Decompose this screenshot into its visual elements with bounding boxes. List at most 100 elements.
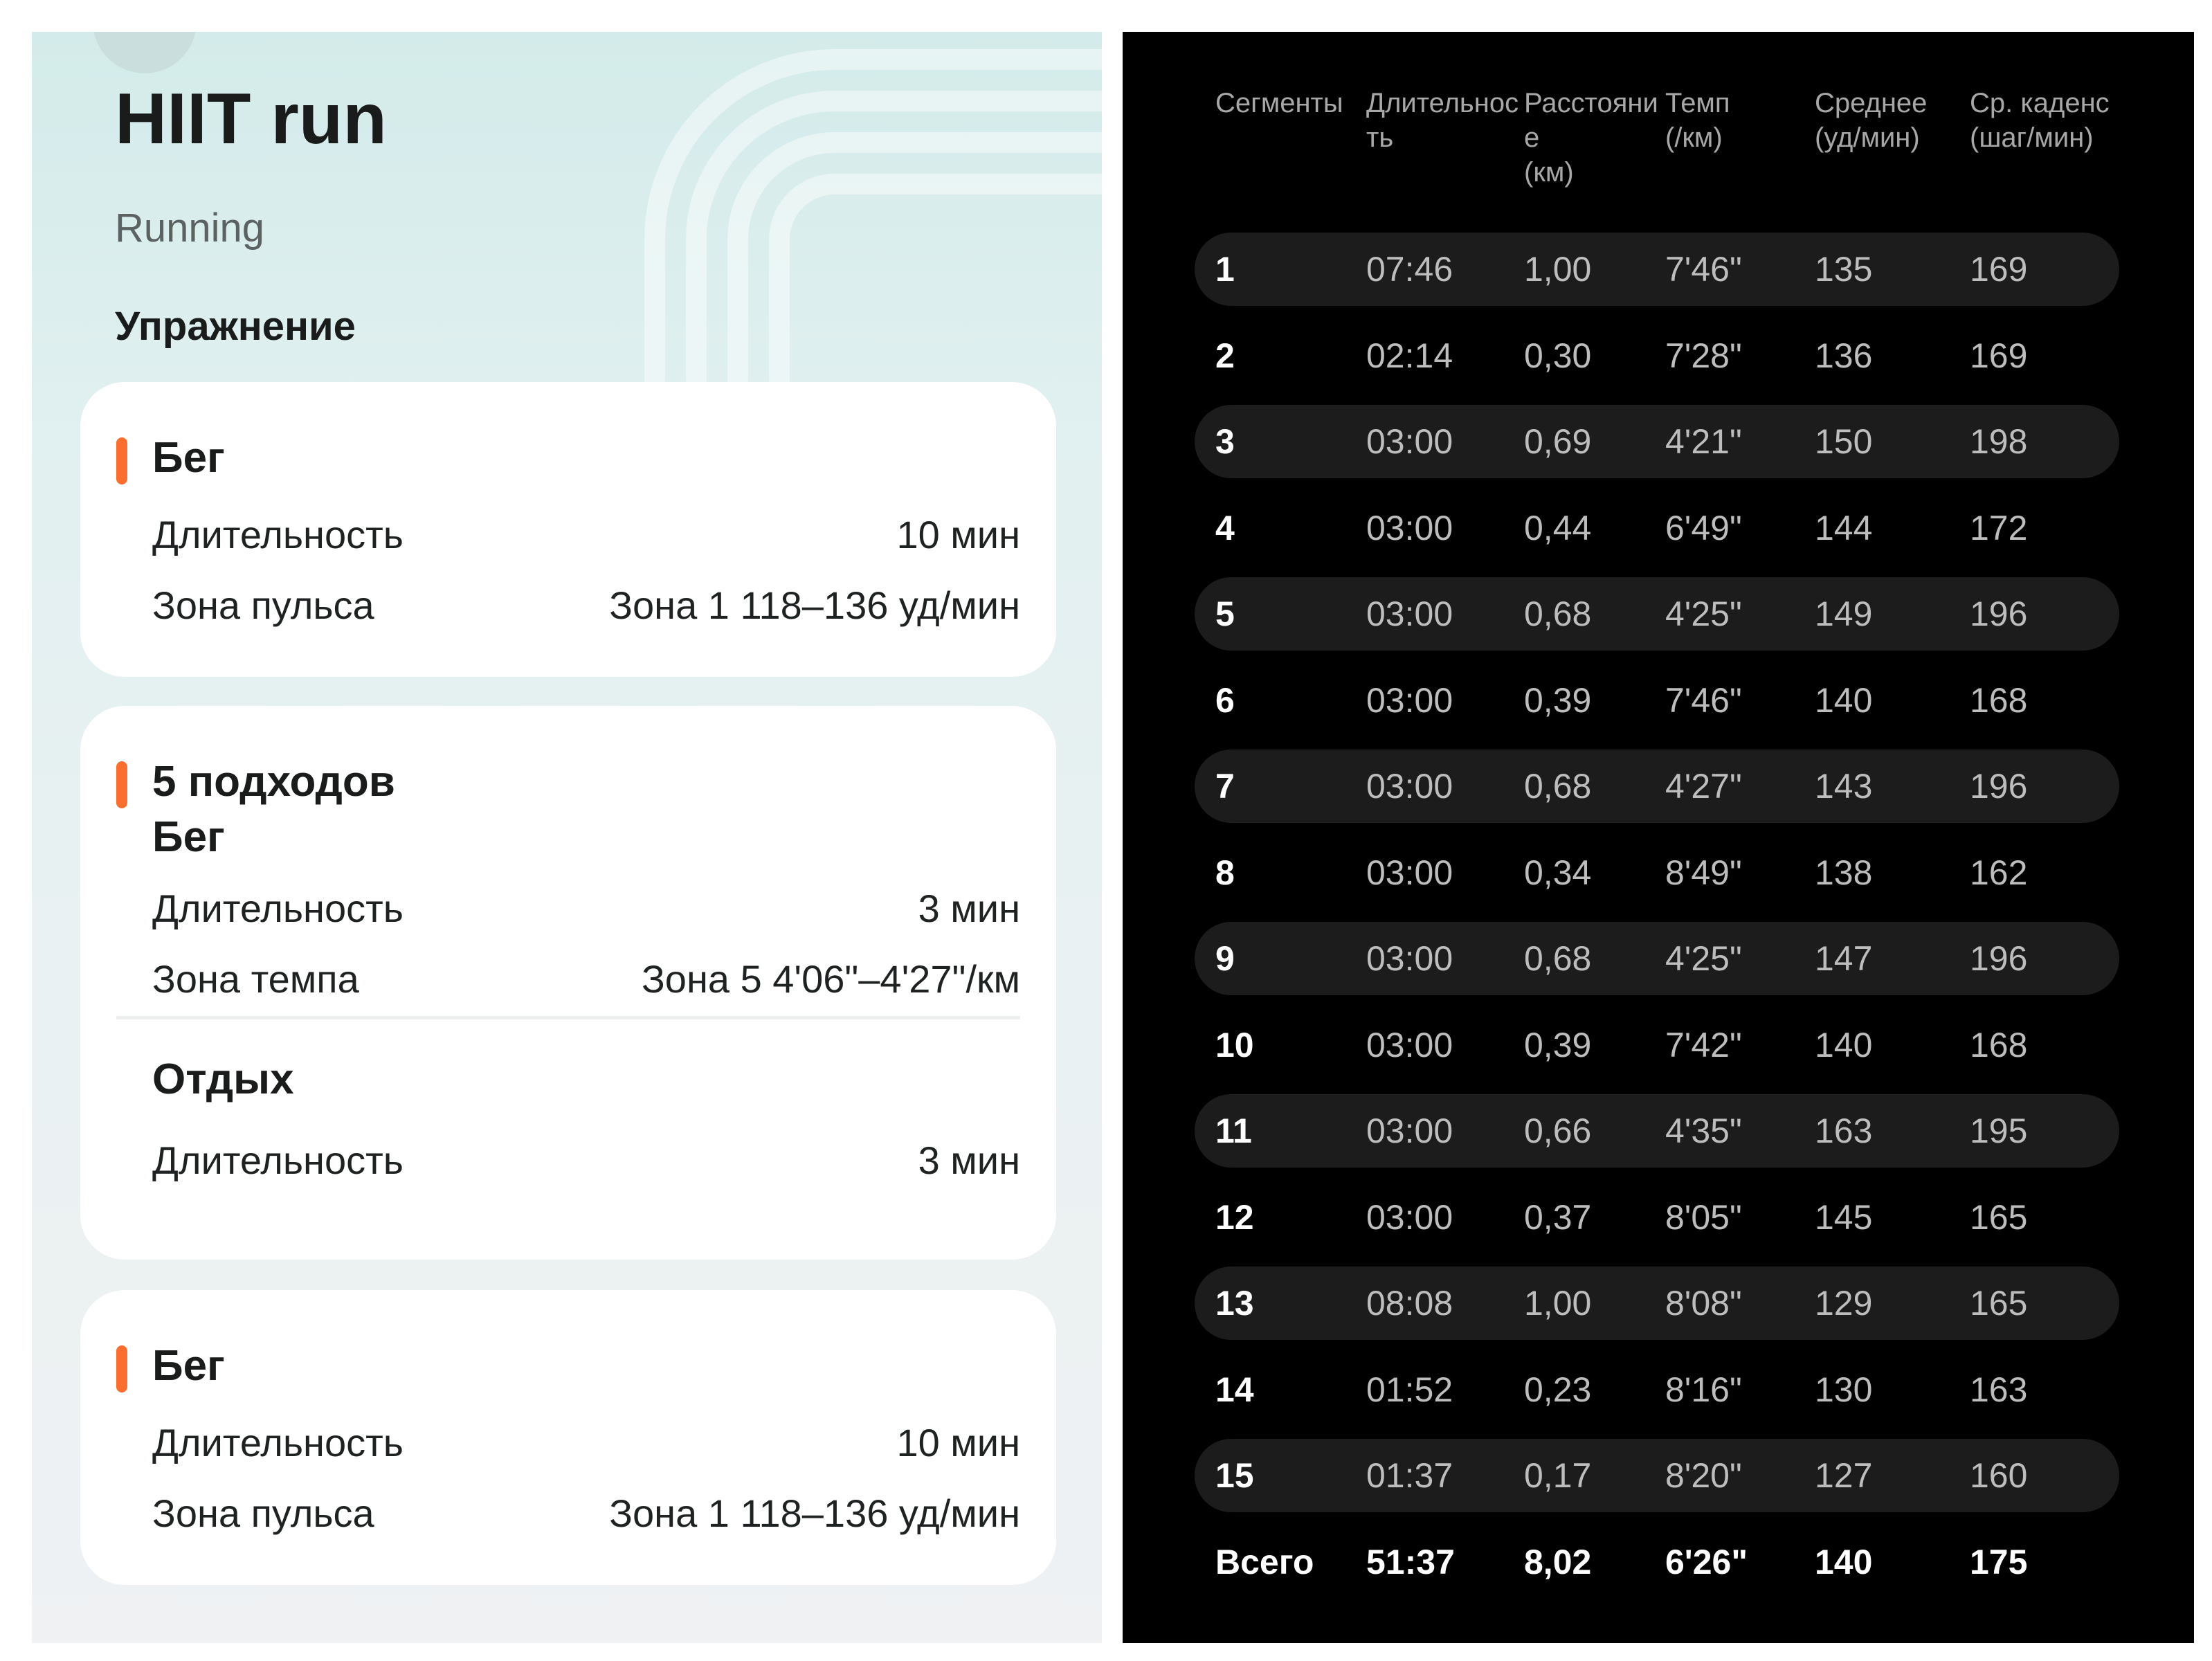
cell-avg-cadence: 160 xyxy=(1970,1456,2028,1495)
duration-value: 3 мин xyxy=(918,887,1020,930)
table-row[interactable]: 9 03:00 0,68 4'25" 147 196 xyxy=(1195,922,2119,995)
heart-rate-zone-row: Зона пульса Зона 1 118–136 уд/мин xyxy=(152,581,1020,630)
cell-pace: 7'46" xyxy=(1665,250,1742,289)
table-row[interactable]: 11 03:00 0,66 4'35" 163 195 xyxy=(1195,1094,2119,1168)
cell-duration: 51:37 xyxy=(1366,1542,1455,1581)
cell-segment: Всего xyxy=(1215,1542,1314,1581)
duration-row: Длительность 10 мин xyxy=(152,511,1020,559)
table-total-row: Всего 51:37 8,02 6'26" 140 175 xyxy=(1195,1525,2119,1599)
run-duration-row: Длительность 3 мин xyxy=(152,884,1020,933)
cell-duration: 03:00 xyxy=(1366,422,1453,461)
zone-value: Зона 1 118–136 уд/мин xyxy=(609,1491,1020,1535)
duration-row: Длительность 10 мин xyxy=(152,1419,1020,1467)
cell-duration: 03:00 xyxy=(1366,508,1453,547)
cell-distance: 0,66 xyxy=(1524,1111,1592,1150)
exercise-section-title: Упражнение xyxy=(115,304,356,349)
cell-distance: 0,69 xyxy=(1524,422,1592,461)
cell-avg-heart-rate: 140 xyxy=(1815,1025,1873,1064)
table-row[interactable]: 5 03:00 0,68 4'25" 149 196 xyxy=(1195,577,2119,651)
cell-avg-cadence: 198 xyxy=(1970,422,2028,461)
cell-avg-cadence: 165 xyxy=(1970,1284,2028,1323)
cell-pace: 6'26" xyxy=(1665,1542,1748,1581)
cell-avg-heart-rate: 129 xyxy=(1815,1284,1873,1323)
cell-segment: 11 xyxy=(1215,1111,1252,1150)
workout-title: HIIT run xyxy=(115,79,387,159)
cell-avg-heart-rate: 163 xyxy=(1815,1111,1873,1150)
cell-avg-heart-rate: 149 xyxy=(1815,594,1873,633)
table-row[interactable]: 3 03:00 0,69 4'21" 150 198 xyxy=(1195,405,2119,478)
cell-distance: 8,02 xyxy=(1524,1542,1592,1581)
cell-distance: 1,00 xyxy=(1524,1284,1592,1323)
cell-segment: 9 xyxy=(1215,939,1235,978)
cell-avg-heart-rate: 150 xyxy=(1815,422,1873,461)
zone-label: Зона пульса xyxy=(152,583,374,627)
cell-segment: 4 xyxy=(1215,508,1235,547)
zone-label: Зона темпа xyxy=(152,957,359,1001)
table-row[interactable]: 15 01:37 0,17 8'20" 127 160 xyxy=(1195,1439,2119,1512)
cell-distance: 0,37 xyxy=(1524,1197,1592,1237)
column-header-distance: Расстояни е (км) xyxy=(1524,88,1658,188)
cell-duration: 02:14 xyxy=(1366,336,1453,375)
cell-avg-heart-rate: 130 xyxy=(1815,1370,1873,1409)
table-row[interactable]: 13 08:08 1,00 8'08" 129 165 xyxy=(1195,1267,2119,1340)
cell-duration: 03:00 xyxy=(1366,1197,1453,1237)
table-row[interactable]: 12 03:00 0,37 8'05" 145 165 xyxy=(1195,1181,2119,1254)
run-step-title: Бег xyxy=(152,813,225,861)
cell-pace: 4'27" xyxy=(1665,767,1742,806)
cell-avg-cadence: 163 xyxy=(1970,1370,2028,1409)
cell-pace: 7'46" xyxy=(1665,680,1742,720)
cell-avg-cadence: 196 xyxy=(1970,939,2028,978)
cell-distance: 0,39 xyxy=(1524,680,1592,720)
table-row[interactable]: 10 03:00 0,39 7'42" 140 168 xyxy=(1195,1008,2119,1082)
workout-plan-panel: HIIT run Running Упражнение Бег Длительн… xyxy=(32,32,1102,1643)
table-row[interactable]: 6 03:00 0,39 7'46" 140 168 xyxy=(1195,664,2119,737)
cell-avg-heart-rate: 140 xyxy=(1815,680,1873,720)
cell-avg-cadence: 169 xyxy=(1970,250,2028,289)
cell-duration: 03:00 xyxy=(1366,1025,1453,1064)
cell-pace: 8'49" xyxy=(1665,853,1742,892)
cell-segment: 7 xyxy=(1215,767,1235,806)
duration-label: Длительность xyxy=(152,1421,404,1464)
cooldown-step-card[interactable]: Бег Длительность 10 мин Зона пульса Зона… xyxy=(80,1290,1056,1585)
rest-duration-row: Длительность 3 мин xyxy=(152,1136,1020,1185)
interval-sets-card[interactable]: 5 подходов Бег Длительность 3 мин Зона т… xyxy=(80,706,1056,1260)
table-row[interactable]: 4 03:00 0,44 6'49" 144 172 xyxy=(1195,491,2119,565)
cell-duration: 03:00 xyxy=(1366,594,1453,633)
table-row[interactable]: 2 02:14 0,30 7'28" 136 169 xyxy=(1195,319,2119,392)
duration-label: Длительность xyxy=(152,887,404,930)
cell-avg-heart-rate: 138 xyxy=(1815,853,1873,892)
cell-avg-heart-rate: 145 xyxy=(1815,1197,1873,1237)
cell-avg-cadence: 172 xyxy=(1970,508,2028,547)
workout-sport-type: Running xyxy=(115,206,265,251)
cell-distance: 0,68 xyxy=(1524,939,1592,978)
step-title: Бег xyxy=(152,434,225,482)
cell-pace: 7'28" xyxy=(1665,336,1742,375)
cell-avg-heart-rate: 136 xyxy=(1815,336,1873,375)
cell-duration: 08:08 xyxy=(1366,1284,1453,1323)
cell-duration: 03:00 xyxy=(1366,1111,1453,1150)
warmup-step-card[interactable]: Бег Длительность 10 мин Зона пульса Зона… xyxy=(80,382,1056,677)
cell-avg-heart-rate: 127 xyxy=(1815,1456,1873,1495)
step-accent-bar xyxy=(116,437,127,484)
cell-duration: 01:52 xyxy=(1366,1370,1453,1409)
cell-duration: 03:00 xyxy=(1366,939,1453,978)
duration-label: Длительность xyxy=(152,513,404,556)
duration-label: Длительность xyxy=(152,1138,404,1182)
table-row[interactable]: 14 01:52 0,23 8'16" 130 163 xyxy=(1195,1353,2119,1426)
cell-segment: 3 xyxy=(1215,422,1235,461)
cell-distance: 0,30 xyxy=(1524,336,1592,375)
cell-pace: 4'35" xyxy=(1665,1111,1742,1150)
cell-distance: 0,17 xyxy=(1524,1456,1592,1495)
column-header-pace: Темп (/км) xyxy=(1665,88,1730,153)
table-row[interactable]: 1 07:46 1,00 7'46" 135 169 xyxy=(1195,233,2119,306)
cell-avg-heart-rate: 144 xyxy=(1815,508,1873,547)
cell-avg-cadence: 196 xyxy=(1970,594,2028,633)
table-row[interactable]: 7 03:00 0,68 4'27" 143 196 xyxy=(1195,750,2119,823)
step-accent-bar xyxy=(116,761,127,808)
cell-avg-heart-rate: 147 xyxy=(1815,939,1873,978)
cell-segment: 15 xyxy=(1215,1456,1254,1495)
cell-distance: 0,39 xyxy=(1524,1025,1592,1064)
table-row[interactable]: 8 03:00 0,34 8'49" 138 162 xyxy=(1195,836,2119,909)
heart-rate-zone-row: Зона пульса Зона 1 118–136 уд/мин xyxy=(152,1489,1020,1538)
cell-pace: 8'16" xyxy=(1665,1370,1742,1409)
